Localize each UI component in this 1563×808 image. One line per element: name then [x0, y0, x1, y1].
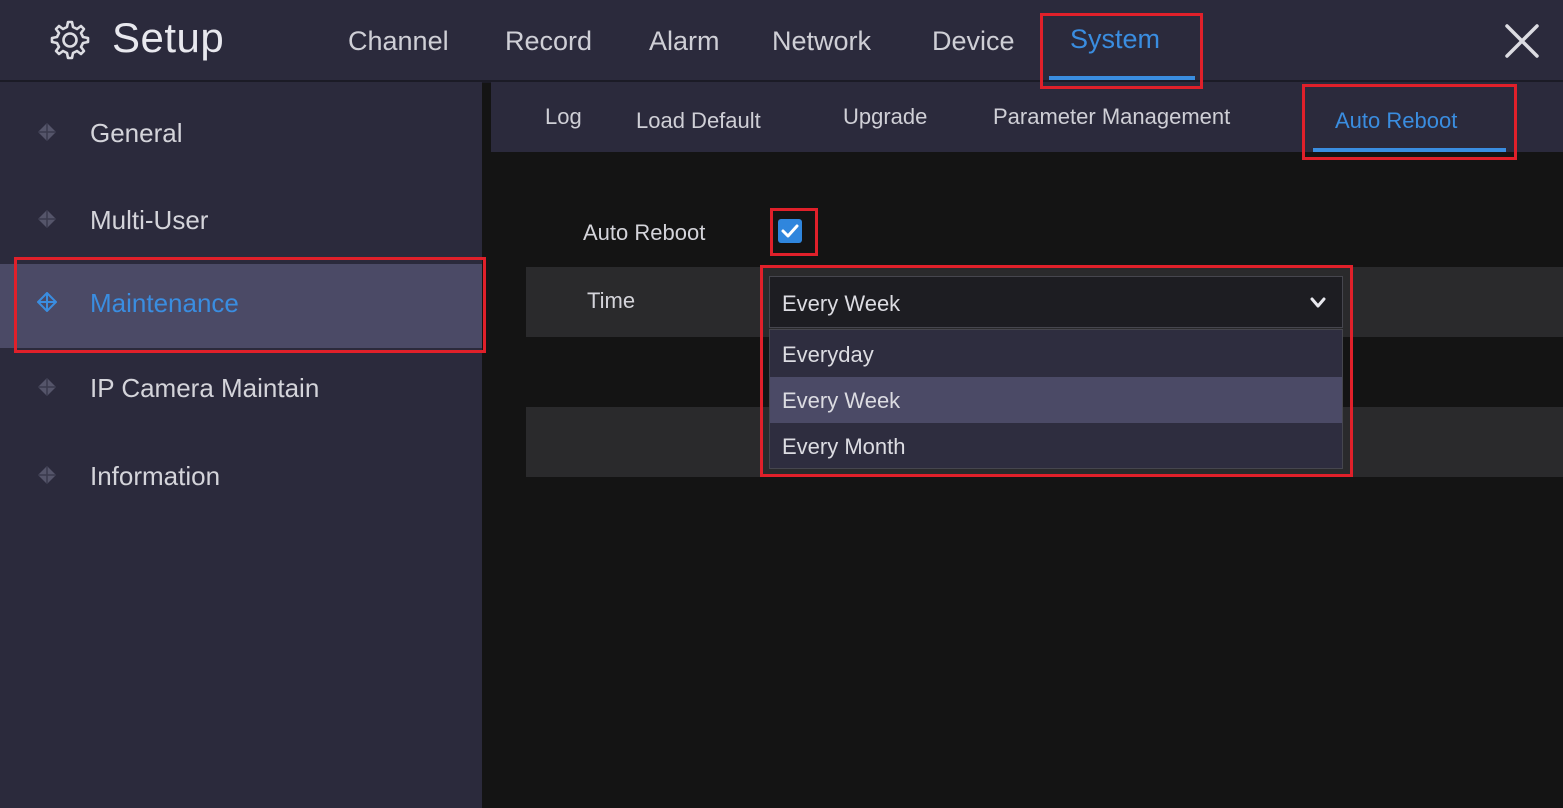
diamond-bullet-icon — [38, 123, 56, 141]
diamond-bullet-icon — [38, 210, 56, 228]
tab-device[interactable]: Device — [932, 26, 1015, 57]
time-label: Time — [587, 288, 636, 313]
option-every-week[interactable]: Every Week — [770, 377, 1342, 423]
option-label: Every Week — [782, 388, 901, 413]
sidebar-item-label: Multi-User — [90, 205, 209, 235]
sidebar-item-information[interactable]: Information — [0, 437, 482, 521]
option-everyday[interactable]: Everyday — [770, 331, 1342, 377]
tab-record[interactable]: Record — [505, 26, 592, 57]
sidebar-item-multi-user[interactable]: Multi-User — [0, 181, 482, 265]
sidebar-item-label: IP Camera Maintain — [90, 373, 320, 403]
top-bar: Setup Channel Record Alarm Network Devic… — [0, 0, 1563, 83]
chevron-down-icon — [1310, 297, 1326, 308]
close-icon[interactable] — [1504, 23, 1540, 59]
sidebar: General Multi-User Maintenance IP Camera… — [0, 82, 482, 808]
sub-tab-bar: Log Load Default Upgrade Parameter Manag… — [491, 82, 1563, 152]
option-label: Everyday — [782, 342, 874, 367]
subtab-auto-reboot[interactable]: Auto Reboot — [1335, 108, 1457, 134]
tab-system[interactable]: System — [1070, 24, 1160, 55]
page-title: Setup — [112, 14, 225, 61]
active-subtab-indicator — [1313, 148, 1506, 152]
subtab-upgrade[interactable]: Upgrade — [843, 104, 927, 130]
time-dropdown-menu: Everyday Every Week Every Month — [769, 329, 1343, 469]
sidebar-item-label: Information — [90, 461, 221, 491]
checkmark-icon — [781, 224, 799, 238]
tab-channel[interactable]: Channel — [348, 26, 449, 57]
time-select-value: Every Week — [782, 291, 901, 316]
option-every-month[interactable]: Every Month — [770, 423, 1342, 469]
option-label: Every Month — [782, 434, 906, 459]
sidebar-item-ip-camera-maintain[interactable]: IP Camera Maintain — [0, 349, 482, 433]
auto-reboot-checkbox[interactable] — [778, 219, 802, 243]
subtab-log[interactable]: Log — [545, 104, 582, 130]
diamond-bullet-icon — [38, 466, 56, 484]
sidebar-item-general[interactable]: General — [0, 94, 482, 178]
diamond-bullet-icon — [37, 292, 57, 312]
sidebar-item-maintenance[interactable]: Maintenance — [0, 264, 482, 348]
auto-reboot-label: Auto Reboot — [583, 220, 706, 245]
sidebar-item-label: General — [90, 118, 183, 148]
diamond-bullet-icon — [38, 378, 56, 396]
tab-network[interactable]: Network — [772, 26, 871, 57]
tab-alarm[interactable]: Alarm — [649, 26, 720, 57]
time-select[interactable]: Every Week — [769, 276, 1343, 328]
sidebar-item-label: Maintenance — [90, 288, 239, 318]
subtab-load-default[interactable]: Load Default — [636, 108, 761, 134]
gear-icon — [50, 20, 90, 60]
subtab-parameter-management[interactable]: Parameter Management — [993, 104, 1230, 130]
